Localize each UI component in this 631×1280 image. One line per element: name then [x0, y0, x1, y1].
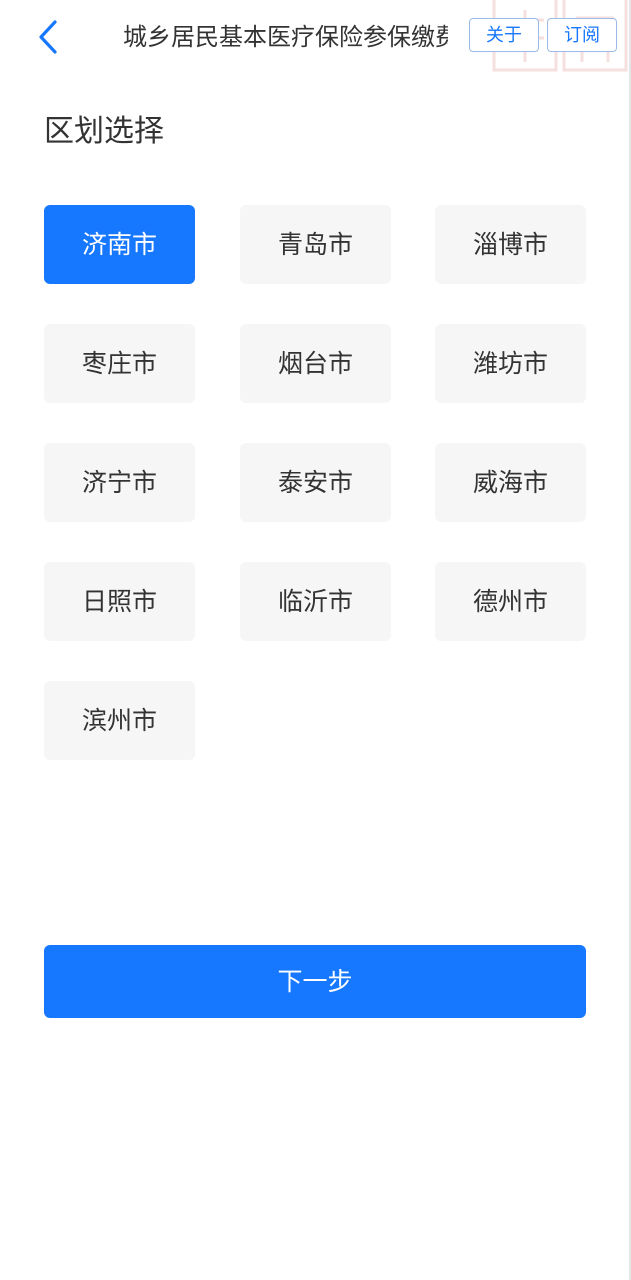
region-item-zibo[interactable]: 淄博市 — [435, 205, 586, 284]
region-item-weihai[interactable]: 威海市 — [435, 443, 586, 522]
region-item-jining[interactable]: 济宁市 — [44, 443, 195, 522]
section-title: 区划选择 — [44, 114, 164, 149]
region-item-taian[interactable]: 泰安市 — [240, 443, 391, 522]
back-button[interactable] — [28, 14, 68, 60]
region-item-rizhao[interactable]: 日照市 — [44, 562, 195, 641]
region-item-weifang[interactable]: 潍坊市 — [435, 324, 586, 403]
region-item-zaozhuang[interactable]: 枣庄市 — [44, 324, 195, 403]
about-button[interactable]: 关于 — [469, 18, 539, 52]
region-item-jinan[interactable]: 济南市 — [44, 205, 195, 284]
region-item-linyi[interactable]: 临沂市 — [240, 562, 391, 641]
header-bar: 城乡居民基本医疗保险参保缴费 关于 订阅 — [0, 0, 631, 76]
region-item-binzhou[interactable]: 滨州市 — [44, 681, 195, 760]
subscribe-button[interactable]: 订阅 — [547, 18, 617, 52]
page-title: 城乡居民基本医疗保险参保缴费 — [123, 23, 448, 51]
next-step-button[interactable]: 下一步 — [44, 945, 586, 1018]
region-item-dezhou[interactable]: 德州市 — [435, 562, 586, 641]
chevron-left-icon — [39, 20, 57, 54]
region-item-yantai[interactable]: 烟台市 — [240, 324, 391, 403]
region-item-qingdao[interactable]: 青岛市 — [240, 205, 391, 284]
